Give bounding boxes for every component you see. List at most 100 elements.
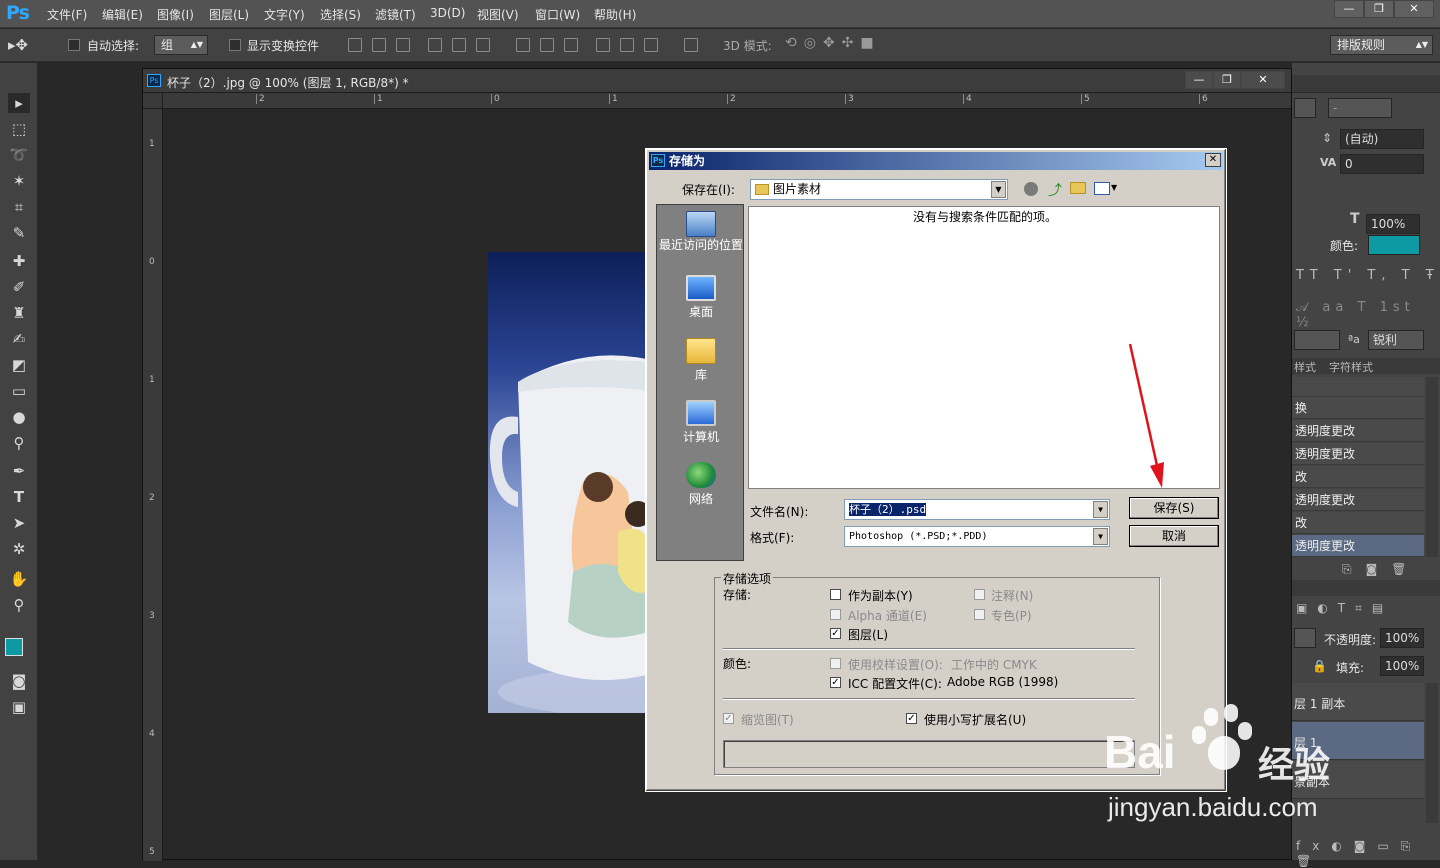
history-item[interactable]: 改 — [1292, 512, 1424, 534]
lock-icon[interactable]: 🔒 — [1312, 659, 1327, 673]
history-row[interactable] — [1292, 377, 1424, 397]
place-desktop[interactable]: 桌面 — [657, 275, 745, 320]
align-vcenter-icon[interactable] — [372, 38, 386, 52]
fill-input[interactable]: 100% — [1380, 656, 1424, 676]
text-style-icons[interactable]: TT T' T, T Ŧ — [1296, 268, 1440, 283]
icc-checkbox[interactable]: ✓ — [830, 677, 841, 688]
history-actions-icons[interactable]: ⎘◙🗑 — [1342, 562, 1420, 577]
save-in-dropdown[interactable]: 图片素材 ▼ — [750, 179, 1008, 200]
doc-minimize-button[interactable]: — — [1185, 71, 1213, 89]
panel-header[interactable] — [1292, 75, 1440, 93]
doc-close-button[interactable]: ✕ — [1241, 71, 1285, 89]
cancel-button[interactable]: 取消 — [1129, 525, 1219, 547]
use-proof-checkbox[interactable] — [830, 658, 841, 669]
align-hcenter-icon[interactable] — [452, 38, 466, 52]
menu-filter[interactable]: 滤镜(T) — [375, 6, 416, 23]
hand-tool-icon[interactable]: ✋ — [8, 569, 30, 589]
menu-image[interactable]: 图像(I) — [157, 6, 194, 23]
menu-select[interactable]: 选择(S) — [320, 6, 361, 23]
distribute-vcenter-icon[interactable] — [540, 38, 554, 52]
auto-select-dropdown[interactable]: 组 ▲▼ — [154, 35, 208, 55]
menu-window[interactable]: 窗口(W) — [535, 6, 580, 23]
layers-checkbox[interactable]: ✓ — [830, 628, 841, 639]
notes-checkbox[interactable] — [974, 589, 985, 600]
auto-select-checkbox[interactable] — [68, 39, 80, 51]
text-color-swatch[interactable] — [1368, 235, 1420, 255]
up-folder-icon[interactable]: ⤴ — [1048, 180, 1062, 200]
history-item[interactable]: 透明度更改 — [1292, 443, 1424, 465]
tracking-dropdown[interactable]: 0 — [1340, 154, 1424, 174]
move-tool-icon[interactable]: ▸ — [8, 93, 30, 113]
pen-tool-icon[interactable]: ✒ — [8, 461, 30, 481]
format-dropdown[interactable]: Photoshop (*.PSD;*.PDD) ▼ — [844, 526, 1110, 547]
type-tool-icon[interactable]: T — [8, 487, 30, 507]
menu-layer[interactable]: 图层(L) — [209, 6, 249, 23]
menu-view[interactable]: 视图(V) — [477, 6, 519, 23]
distribute-bottom-icon[interactable] — [564, 38, 578, 52]
history-item-selected[interactable]: 透明度更改 — [1292, 535, 1424, 557]
as-copy-checkbox[interactable] — [830, 589, 841, 600]
view-menu-chevron-icon[interactable]: ▼ — [1111, 183, 1117, 192]
distribute-top-icon[interactable] — [516, 38, 530, 52]
healing-tool-icon[interactable]: ✚ — [8, 251, 30, 271]
font-style-dropdown[interactable] — [1294, 98, 1316, 118]
tab-character-styles[interactable]: 字符样式 — [1329, 359, 1373, 375]
dodge-tool-icon[interactable]: ⚲ — [8, 433, 30, 453]
history-scrollbar[interactable] — [1426, 377, 1438, 557]
distribute-right-icon[interactable] — [644, 38, 658, 52]
scale-input[interactable]: 100% — [1366, 214, 1420, 234]
place-network[interactable]: 网络 — [657, 462, 745, 507]
foreground-color-swatch[interactable] — [5, 638, 23, 656]
place-recent[interactable]: 最近访问的位置 — [657, 211, 745, 252]
align-top-icon[interactable] — [348, 38, 362, 52]
place-computer[interactable]: 计算机 — [657, 400, 745, 445]
marquee-tool-icon[interactable]: ⬚ — [8, 119, 30, 139]
crop-tool-icon[interactable]: ⌗ — [8, 197, 30, 217]
shape-tool-icon[interactable]: ✲ — [8, 539, 30, 559]
history-item[interactable]: 透明度更改 — [1292, 489, 1424, 511]
filename-input[interactable]: 杯子（2）.psd ▼ — [844, 499, 1110, 520]
canvas-cup-image[interactable] — [488, 252, 648, 713]
place-libraries[interactable]: 库 — [657, 338, 745, 383]
tab-styles[interactable]: 样式 — [1294, 359, 1316, 375]
distribute-left-icon[interactable] — [596, 38, 610, 52]
lasso-tool-icon[interactable]: ➰ — [8, 145, 30, 165]
blur-tool-icon[interactable]: ● — [8, 407, 30, 427]
alpha-checkbox[interactable] — [830, 609, 841, 620]
lowercase-ext-checkbox[interactable]: ✓ — [906, 713, 917, 724]
align-left-icon[interactable] — [428, 38, 442, 52]
spot-checkbox[interactable] — [974, 609, 985, 620]
show-transform-checkbox[interactable] — [229, 39, 241, 51]
stamp-tool-icon[interactable]: ♜ — [8, 303, 30, 323]
auto-align-icon[interactable] — [684, 38, 698, 52]
align-right-icon[interactable] — [476, 38, 490, 52]
eyedropper-tool-icon[interactable]: ✎ — [8, 223, 30, 243]
restore-button[interactable]: ❐ — [1364, 0, 1394, 18]
history-item[interactable]: 改 — [1292, 466, 1424, 488]
thumbnail-checkbox[interactable]: ✓ — [723, 713, 734, 724]
move-tool-preset-icon[interactable]: ▸✥ — [8, 36, 28, 54]
leading-dropdown[interactable]: (自动) — [1340, 129, 1424, 149]
horizontal-ruler[interactable]: 2 1 0 1 2 3 4 5 6 — [163, 93, 1291, 109]
menu-file[interactable]: 文件(F) — [47, 6, 87, 23]
opentype-icons[interactable]: 𝒜 aa T 1st ½ — [1296, 300, 1440, 330]
language-dropdown[interactable] — [1294, 330, 1340, 350]
menu-edit[interactable]: 编辑(E) — [102, 6, 143, 23]
new-folder-icon[interactable] — [1070, 182, 1086, 194]
document-title-bar[interactable]: Ps 杯子（2）.jpg @ 100% (图层 1, RGB/8*) * — ❐… — [143, 69, 1291, 93]
layer-filter-icons[interactable]: ▣◐T⌗▤ — [1296, 601, 1393, 616]
quick-mask-icon[interactable]: ◙ — [8, 671, 30, 691]
brush-tool-icon[interactable]: ✐ — [8, 277, 30, 297]
doc-restore-button[interactable]: ❐ — [1213, 71, 1241, 89]
font-size-dropdown[interactable]: - — [1328, 98, 1392, 118]
back-icon[interactable] — [1024, 182, 1038, 196]
menu-help[interactable]: 帮助(H) — [594, 6, 636, 23]
antialias-dropdown[interactable]: 锐利 — [1368, 330, 1424, 350]
view-menu-icon[interactable] — [1094, 182, 1110, 195]
dialog-title-bar[interactable]: Ps 存储为 ✕ — [649, 152, 1223, 170]
history-item[interactable]: 透明度更改 — [1292, 420, 1424, 442]
history-item[interactable]: 换 — [1292, 397, 1424, 419]
3d-tools-icons[interactable]: ⟲◎✥✣■ — [785, 35, 881, 51]
close-button[interactable]: ✕ — [1394, 0, 1434, 18]
dialog-close-icon[interactable]: ✕ — [1205, 153, 1221, 167]
